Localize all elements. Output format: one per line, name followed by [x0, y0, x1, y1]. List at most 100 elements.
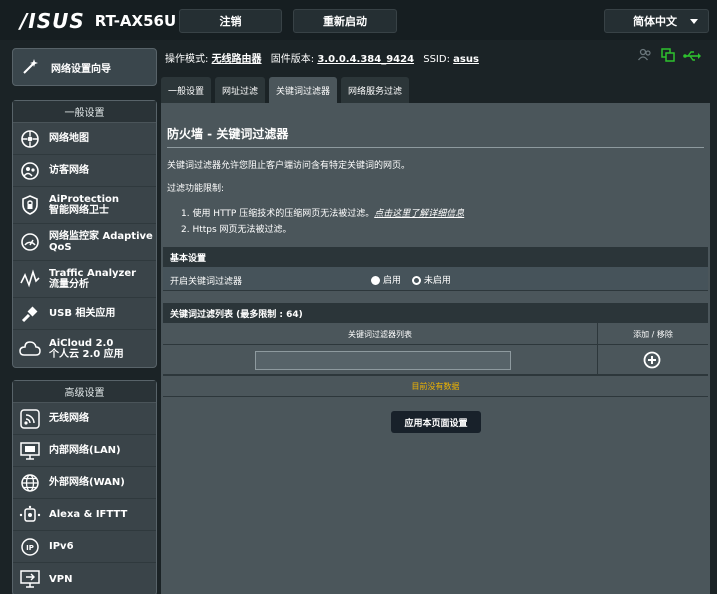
wizard-icon [21, 56, 43, 78]
qis-label: 网络设置向导 [51, 63, 111, 75]
sidebar-item-sublabel: QoS [49, 242, 72, 253]
sidebar-item-sublabel: 个人云 2.0 应用 [49, 348, 124, 360]
lan-icon [19, 440, 41, 462]
mode-value[interactable]: 无线路由器 [212, 54, 262, 65]
empty-row: 目前没有数据 [163, 375, 708, 397]
advanced-section-title: 高级设置 [13, 381, 156, 403]
sidebar-item-traffic-analyzer[interactable]: Traffic Analyzer 流量分析 [13, 261, 156, 298]
model-name: RT-AX56U [94, 12, 177, 30]
note-1: 1. 使用 HTTP 压缩技术的压缩网页无法被过滤。点击这里了解详细信息 [181, 206, 464, 219]
top-bar: /ISUS RT-AX56U 注销 重新启动 简体中文 [0, 0, 717, 40]
keyword-input[interactable] [255, 351, 511, 370]
sidebar-item-label: 外部网络(WAN) [49, 477, 125, 488]
radio-disable-dot [411, 276, 421, 285]
sidebar-item-label: USB 相关应用 [49, 308, 116, 319]
aiprotection-icon [19, 194, 41, 216]
sidebar-item-alexa[interactable]: Alexa & IFTTT [13, 499, 156, 531]
guest-network-icon [19, 160, 41, 182]
tab-url-filter[interactable]: 网址过滤 [215, 77, 266, 103]
general-section-title: 一般设置 [13, 101, 156, 123]
tab-general[interactable]: 一般设置 [161, 77, 212, 103]
sidebar-item-guest-network[interactable]: 访客网络 [13, 155, 156, 187]
sidebar-item-label: 网络地图 [49, 133, 89, 144]
tab-keyword-filter[interactable]: 关键词过滤器 [269, 77, 338, 103]
language-select[interactable]: 简体中文 [604, 9, 709, 33]
sidebar-item-label: Alexa & IFTTT [49, 509, 128, 520]
main-panel: 防火墙 - 关键词过滤器 关键词过滤器允许您阻止客户端访问含有特定关键词的网页。… [161, 103, 710, 594]
status-icons [637, 47, 701, 66]
enable-row: 开启关键词过滤器 启用 未启用 [163, 267, 708, 291]
tab-network-services-filter[interactable]: 网络服务过滤 [341, 77, 410, 103]
sidebar-item-wan[interactable]: 外部网络(WAN) [13, 467, 156, 499]
mode-label: 操作模式: [165, 54, 209, 65]
radio-enable[interactable]: 启用 [371, 276, 401, 286]
radio-disable[interactable]: 未启用 [411, 276, 451, 286]
sidebar-item-wireless[interactable]: 无线网络 [13, 403, 156, 435]
radio-group: 启用 未启用 [371, 273, 451, 286]
sidebar-item-label: AiProtection [49, 194, 119, 205]
keyword-list-columns: 关键词过滤器列表 添加 / 移除 [163, 323, 708, 345]
copy-icon[interactable] [661, 47, 675, 66]
sidebar-item-vpn[interactable]: VPN [13, 563, 156, 594]
sidebar-item-label: VPN [49, 573, 73, 585]
chevron-down-icon [690, 19, 698, 24]
asus-logo[interactable]: /ISUS RT-AX56U [20, 9, 176, 33]
description: 关键词过滤器允许您阻止客户端访问含有特定关键词的网页。 [167, 161, 411, 171]
sidebar-item-sublabel: 智能网络卫士 [49, 205, 109, 216]
col-keyword-label: 关键词过滤器列表 [348, 330, 412, 339]
column-divider [597, 345, 598, 375]
apply-button[interactable]: 应用本页面设置 [391, 411, 481, 433]
sidebar-item-network-map[interactable]: 网络地图 [13, 123, 156, 155]
aicloud-icon [19, 338, 41, 360]
qis-button[interactable]: 网络设置向导 [12, 48, 157, 86]
network-map-icon [19, 128, 41, 150]
advanced-section: 高级设置 无线网络 内部网络(LAN) 外部网络(WAN) Alexa & IF… [12, 380, 157, 594]
svg-text:IP: IP [26, 544, 34, 552]
tab-bar: 一般设置 网址过滤 关键词过滤器 网络服务过滤 [161, 77, 410, 103]
general-section: 一般设置 网络地图 访客网络 AiProtection 智能网络卫士 网络监控家 … [12, 100, 157, 368]
add-icon[interactable] [643, 351, 661, 372]
usb-icon [19, 303, 41, 325]
sidebar-item-adaptive-qos[interactable]: 网络监控家 Adaptive QoS [13, 224, 156, 261]
sidebar-item-label: 内部网络(LAN) [49, 445, 121, 456]
usb-status-icon[interactable] [683, 47, 701, 66]
sidebar-item-lan[interactable]: 内部网络(LAN) [13, 435, 156, 467]
sidebar-item-label: AiCloud 2.0 [49, 337, 114, 349]
sidebar-item-usb[interactable]: USB 相关应用 [13, 298, 156, 330]
logo-brand: /ISUS [20, 9, 85, 33]
note-1-text: 1. 使用 HTTP 压缩技术的压缩网页无法被过滤。 [181, 209, 375, 219]
sidebar-item-label: 无线网络 [49, 413, 89, 424]
wireless-icon [19, 408, 41, 430]
page-title: 防火墙 - 关键词过滤器 [167, 127, 289, 141]
sidebar-item-aiprotection[interactable]: AiProtection 智能网络卫士 [13, 187, 156, 224]
col-action-label: 添加 / 移除 [633, 330, 673, 339]
details-link[interactable]: 点击这里了解详细信息 [374, 209, 464, 219]
status-line: 操作模式: 无线路由器 固件版本: 3.0.0.4.384_9424 SSID:… [165, 50, 479, 65]
sidebar-item-aicloud[interactable]: AiCloud 2.0 个人云 2.0 应用 [13, 330, 156, 367]
sidebar-item-label: 访客网络 [49, 165, 89, 176]
radio-enable-dot [371, 276, 380, 285]
radio-disable-label: 未启用 [423, 276, 451, 286]
limits-title: 过滤功能限制: [167, 184, 225, 194]
sidebar-item-label: IPv6 [49, 541, 74, 552]
users-icon[interactable] [637, 47, 653, 66]
sidebar-item-sublabel: 流量分析 [49, 279, 89, 290]
reboot-button[interactable]: 重新启动 [293, 9, 397, 33]
language-value: 简体中文 [633, 15, 677, 28]
wan-icon [19, 472, 41, 494]
firmware-label: 固件版本: [270, 54, 315, 65]
ssid-label: SSID: [423, 54, 450, 65]
ssid-value[interactable]: asus [453, 54, 479, 65]
logout-button[interactable]: 注销 [179, 9, 282, 33]
sidebar-item-label: 网络监控家 Adaptive [49, 231, 153, 242]
ipv6-icon: IP [19, 536, 41, 558]
adaptive-qos-icon [19, 231, 41, 253]
note-2: 2. Https 网页无法被过滤。 [181, 225, 292, 235]
sidebar-item-label: Traffic Analyzer [49, 268, 137, 279]
empty-text: 目前没有数据 [411, 382, 460, 391]
sidebar-item-ipv6[interactable]: IP IPv6 [13, 531, 156, 563]
sidebar: 网络设置向导 一般设置 网络地图 访客网络 AiProtection 智能网络卫士… [12, 48, 157, 594]
keyword-list-header: 关键词过滤列表 (最多限制 : 64) [163, 303, 708, 323]
firmware-value[interactable]: 3.0.0.4.384_9424 [317, 54, 414, 65]
traffic-analyzer-icon [19, 268, 41, 290]
